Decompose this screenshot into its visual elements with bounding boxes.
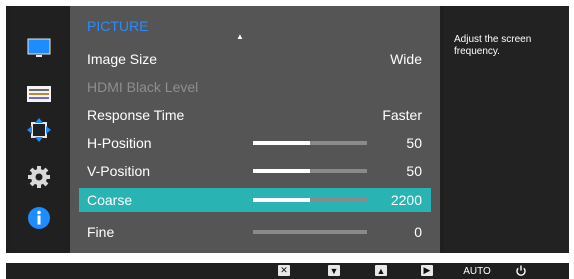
- slider-fill: [253, 198, 310, 202]
- menu-row-fine[interactable]: Fine 0: [79, 220, 431, 244]
- gear-icon[interactable]: [25, 163, 53, 191]
- slider-fill: [253, 141, 310, 145]
- help-panel: Adjust the screen frequency.: [444, 6, 569, 253]
- fine-slider[interactable]: [253, 230, 367, 234]
- slider-fill: [253, 169, 310, 173]
- menu-row-value: 50: [406, 163, 422, 179]
- menu-row-value: 50: [406, 135, 422, 151]
- info-icon[interactable]: [25, 204, 53, 232]
- menu-row-label: HDMI Black Level: [87, 79, 199, 95]
- menu-title: PICTURE: [87, 18, 149, 34]
- menu-row-label: H-Position: [87, 135, 152, 151]
- v-position-slider[interactable]: [253, 169, 367, 173]
- play-icon[interactable]: ▶: [421, 265, 433, 276]
- menu-row-label: Coarse: [87, 192, 133, 208]
- category-sidebar: [13, 6, 69, 253]
- menu-row-value: 2200: [390, 192, 422, 208]
- close-icon[interactable]: ✕: [278, 265, 290, 276]
- auto-button[interactable]: AUTO: [462, 265, 492, 277]
- menu-row-value: Faster: [382, 107, 422, 123]
- menu-row-label: V-Position: [87, 163, 151, 179]
- scroll-up-arrow-icon: ▲: [236, 32, 244, 41]
- adjust-icon[interactable]: [25, 80, 53, 108]
- menu-row-hdmi-black-level: HDMI Black Level: [79, 75, 431, 99]
- menu-row-image-size[interactable]: Image Size Wide: [79, 47, 431, 71]
- menu-row-value: Wide: [390, 51, 422, 67]
- resize-icon[interactable]: [25, 116, 53, 144]
- menu-row-response-time[interactable]: Response Time Faster: [79, 103, 431, 127]
- menu-row-h-position[interactable]: H-Position 50: [79, 131, 431, 155]
- up-arrow-icon[interactable]: ▲: [375, 265, 387, 276]
- h-position-slider[interactable]: [253, 141, 367, 145]
- monitor-icon[interactable]: [25, 34, 53, 62]
- menu-row-v-position[interactable]: V-Position 50: [79, 159, 431, 183]
- power-icon[interactable]: [514, 265, 528, 277]
- menu-row-label: Fine: [87, 224, 115, 240]
- menu-row-value: 0: [414, 224, 422, 240]
- button-guide-bar: ✕ ▼ ▲ ▶ AUTO: [6, 263, 569, 279]
- picture-menu-panel: PICTURE ▲ Image Size Wide HDMI Black Lev…: [70, 6, 440, 253]
- help-text: Adjust the screen frequency.: [454, 34, 532, 57]
- menu-row-label: Image Size: [87, 51, 158, 67]
- down-arrow-icon[interactable]: ▼: [328, 265, 340, 276]
- coarse-slider[interactable]: [253, 198, 367, 202]
- menu-row-coarse[interactable]: Coarse 2200: [79, 188, 431, 212]
- menu-row-label: Response Time: [87, 107, 185, 123]
